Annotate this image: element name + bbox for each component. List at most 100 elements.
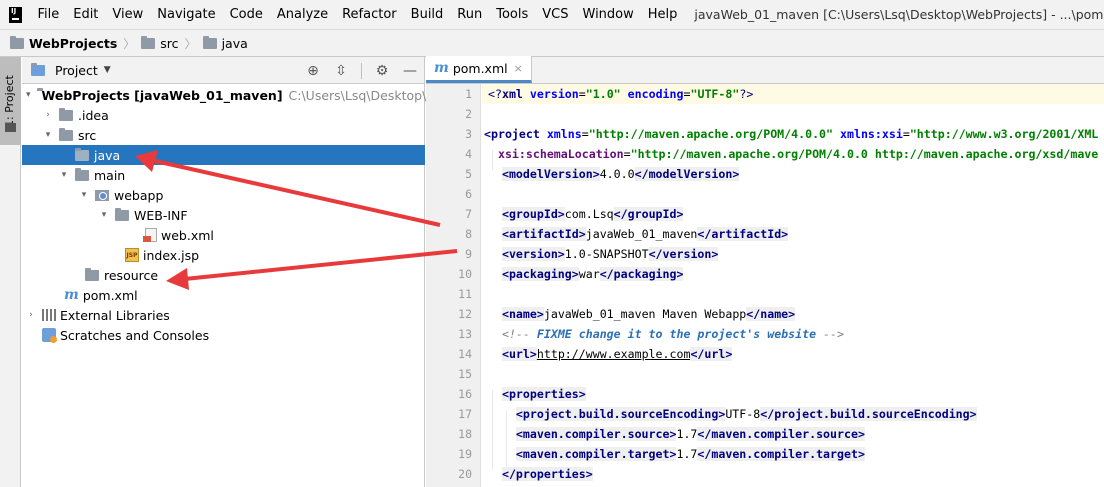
locate-icon[interactable]: ⊕ <box>305 63 321 79</box>
folder-icon <box>59 107 73 121</box>
expand-arrow-icon[interactable]: ▾ <box>26 90 31 100</box>
folder-icon <box>75 167 89 181</box>
close-icon[interactable]: × <box>514 62 523 75</box>
menu-window[interactable]: Window <box>576 0 641 29</box>
tree-item-label: Scratches and Consoles <box>60 327 210 343</box>
web-folder-icon <box>95 189 109 201</box>
code-area[interactable]: <?xml version="1.0" encoding="UTF-8"?> <… <box>482 84 1104 487</box>
gear-icon[interactable]: ⚙ <box>374 63 390 79</box>
line-number: 9 <box>465 247 472 261</box>
menu-edit[interactable]: Edit <box>66 0 105 29</box>
tree-item-resource[interactable]: resource <box>22 265 425 285</box>
menu-build[interactable]: Build <box>404 0 451 29</box>
code-line-14: <url>http://www.example.com</url> <box>501 347 733 361</box>
expand-arrow-icon[interactable]: › <box>26 310 36 320</box>
project-panel-toolbar: ⊕ ⇳ ⚙ — <box>305 57 418 84</box>
line-number: 1 <box>465 87 472 101</box>
menu-code[interactable]: Code <box>223 0 270 29</box>
menu-analyze[interactable]: Analyze <box>270 0 335 29</box>
chevron-right-icon: 〉 <box>184 36 197 51</box>
minimize-icon[interactable]: — <box>402 63 418 79</box>
breadcrumb: WebProjects 〉 src 〉 java <box>0 29 1104 57</box>
expand-arrow-icon[interactable]: ▾ <box>99 210 109 220</box>
folder-icon <box>75 147 89 161</box>
expand-arrow-icon[interactable]: ▾ <box>43 130 53 140</box>
code-line-8: <artifactId>javaWeb_01_maven</artifactId… <box>501 227 789 241</box>
tree-item-label: webapp <box>114 187 164 203</box>
divider <box>361 62 362 79</box>
tree-item-label: External Libraries <box>60 307 170 323</box>
tree-item-index-jsp[interactable]: JSP index.jsp <box>22 245 425 265</box>
menu-refactor[interactable]: Refactor <box>335 0 404 29</box>
collapse-all-icon[interactable]: ⇳ <box>333 63 349 79</box>
tree-item-label: pom.xml <box>82 287 138 303</box>
xml-file-icon <box>143 228 157 242</box>
folder-icon <box>59 127 73 141</box>
expand-arrow-icon[interactable]: › <box>43 110 53 120</box>
tree-item-external-libraries[interactable]: › External Libraries <box>22 305 425 325</box>
line-number: 8 <box>465 227 472 241</box>
intellij-logo-icon <box>9 6 23 23</box>
tree-item-label: resource <box>104 267 159 283</box>
menu-view[interactable]: View <box>105 0 150 29</box>
folder-icon <box>85 267 99 281</box>
chevron-down-icon[interactable]: ▼ <box>104 65 111 75</box>
tree-item-main[interactable]: ▾ main <box>22 165 425 185</box>
code-line-20: </properties> <box>501 467 593 481</box>
tree-item-pom-xml[interactable]: m pom.xml <box>22 285 425 305</box>
code-line-10: <packaging>war</packaging> <box>501 267 684 281</box>
line-number: 3 <box>465 127 472 141</box>
menu-tools[interactable]: Tools <box>489 0 535 29</box>
editor: m pom.xml × 1 2 3 4 5 6 7 8 9 10 11 12 13 14 15 16 17 18 1… <box>426 56 1104 487</box>
menu-run[interactable]: Run <box>450 0 489 29</box>
tree-item-webapp[interactable]: ▾ webapp <box>22 185 425 205</box>
line-number: 10 <box>458 267 472 281</box>
menu-navigate[interactable]: Navigate <box>150 0 222 29</box>
tree-item-scratches[interactable]: Scratches and Consoles <box>22 325 425 345</box>
scratch-icon <box>42 328 57 343</box>
line-number: 7 <box>465 207 472 221</box>
tab-pom-xml[interactable]: m pom.xml × <box>426 56 532 83</box>
line-number: 19 <box>458 447 472 461</box>
line-number: 4 <box>465 147 472 161</box>
editor-tab-bar: m pom.xml × <box>426 56 1104 84</box>
tree-item-label: src <box>78 127 97 143</box>
line-number: 14 <box>458 347 472 361</box>
folder-icon <box>5 123 16 132</box>
tree-item-web-inf[interactable]: ▾ WEB-INF <box>22 205 425 225</box>
expand-arrow-icon[interactable]: ▾ <box>79 190 89 200</box>
breadcrumb-item-webprojects[interactable]: WebProjects <box>10 35 117 51</box>
project-name: WebProjects [javaWeb_01_maven] <box>41 87 283 103</box>
line-number: 17 <box>458 407 472 421</box>
line-number: 6 <box>465 187 472 201</box>
project-view-selector[interactable]: Project <box>55 63 98 78</box>
library-icon <box>42 309 56 321</box>
breadcrumb-item-src[interactable]: src <box>141 35 179 51</box>
code-line-3: <project xmlns="http://maven.apache.org/… <box>484 127 1099 141</box>
tree-item-webprojects[interactable]: ▾ WebProjects [javaWeb_01_maven] C:\User… <box>22 85 446 105</box>
tree-item-src[interactable]: ▾ src <box>22 125 425 145</box>
tree-item-idea[interactable]: › .idea <box>22 105 425 125</box>
menu-file[interactable]: File <box>29 0 66 29</box>
breadcrumb-item-java[interactable]: java <box>202 35 248 51</box>
code-line-19: <maven.compiler.target>1.7</maven.compil… <box>515 447 865 461</box>
code-line-9: <version>1.0-SNAPSHOT</version> <box>501 247 719 261</box>
project-view-icon <box>31 62 45 76</box>
tree-item-web-xml[interactable]: web.xml <box>22 225 425 245</box>
line-number: 18 <box>458 427 472 441</box>
line-number: 16 <box>458 387 472 401</box>
menu-bar: File Edit View Navigate Code Analyze Ref… <box>0 0 1104 29</box>
tool-window-strip: 1: Project <box>0 57 21 487</box>
chevron-right-icon: 〉 <box>123 36 136 51</box>
expand-arrow-icon[interactable]: ▾ <box>59 170 69 180</box>
breadcrumb-label: java <box>221 35 248 51</box>
tree-item-java[interactable]: java <box>22 145 425 165</box>
code-line-7: <groupId>com.Lsq</groupId> <box>501 207 684 221</box>
jsp-file-icon: JSP <box>125 248 139 262</box>
line-number: 2 <box>465 107 472 121</box>
line-number: 20 <box>458 467 472 481</box>
line-number: 13 <box>458 327 472 341</box>
menu-help[interactable]: Help <box>641 0 685 29</box>
line-number: 12 <box>458 307 472 321</box>
menu-vcs[interactable]: VCS <box>535 0 575 29</box>
